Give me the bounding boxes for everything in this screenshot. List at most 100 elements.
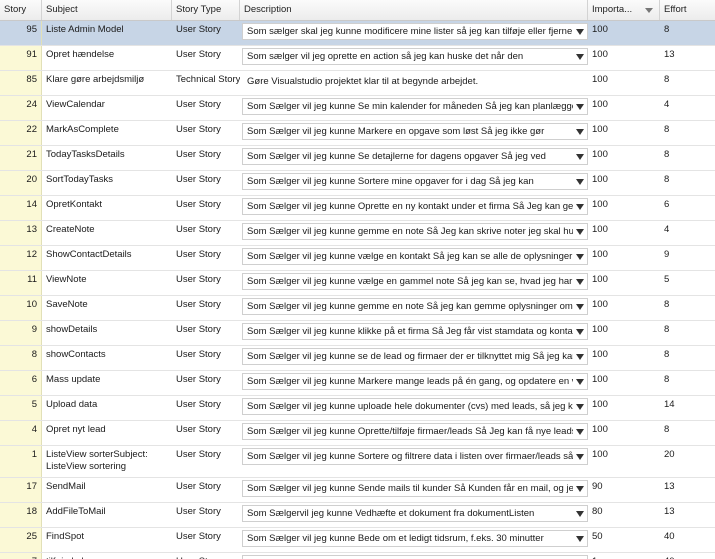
- dropdown-arrow-icon[interactable]: [576, 511, 584, 517]
- description-field[interactable]: Som Sælger vil jeg kunne Bede om et ledi…: [242, 530, 588, 547]
- dropdown-arrow-icon[interactable]: [576, 279, 584, 285]
- table-row[interactable]: 91 Opret hændelse User Story Som sælger vil…: [0, 46, 715, 71]
- description-cell[interactable]: Som Sælger vil jeg kunne Markere en opga…: [240, 121, 588, 140]
- description-cell[interactable]: Som Sælger vil jeg kunne klikke på et fi…: [240, 321, 588, 340]
- table-row[interactable]: 21 TodayTasksDetails User Story Som Sælger …: [0, 146, 715, 171]
- description-cell[interactable]: Gøre Visualstudio projektet klar til at …: [240, 71, 588, 90]
- description-cell[interactable]: Som Sælger vil jeg kunne Sortere og filt…: [240, 446, 588, 465]
- subject-cell[interactable]: Mass update: [42, 371, 172, 386]
- table-row[interactable]: 95 Liste Admin Model User Story Som sælger …: [0, 21, 715, 46]
- subject-cell[interactable]: showDetails: [42, 321, 172, 336]
- table-row[interactable]: 20 SortTodayTasks User Story Som Sælger vil…: [0, 171, 715, 196]
- description-field[interactable]: Som Sælger vil jeg kunne gemme en note S…: [242, 223, 588, 240]
- dropdown-arrow-icon[interactable]: [576, 104, 584, 110]
- description-field[interactable]: Som Sælger vil jeg kunne Sortere og filt…: [242, 448, 588, 465]
- description-cell[interactable]: Som Sælger vil jeg kunne Markere mange l…: [240, 371, 588, 390]
- table-row[interactable]: 11 ViewNote User Story Som Sælger vil jeg k…: [0, 271, 715, 296]
- dropdown-arrow-icon[interactable]: [576, 229, 584, 235]
- subject-cell[interactable]: OpretKontakt: [42, 196, 172, 211]
- description-field[interactable]: Som Sælger vil jeg kunne vælge en gammel…: [242, 273, 588, 290]
- dropdown-arrow-icon[interactable]: [576, 254, 584, 260]
- description-field[interactable]: Som sælger vil jeg oprette en action så …: [242, 48, 588, 65]
- description-cell[interactable]: Som Sælgervil jeg kunne Vedhæfte et doku…: [240, 503, 588, 522]
- description-cell[interactable]: Som sælger skal jeg kunne modificere min…: [240, 21, 588, 40]
- description-field[interactable]: Som Sælger vil jeg kunne klikke på et fi…: [242, 323, 588, 340]
- table-row[interactable]: 13 CreateNote User Story Som Sælger vil jeg…: [0, 221, 715, 246]
- description-field[interactable]: Som Sælger vil jeg kunne Se detajlerne f…: [242, 148, 588, 165]
- description-cell[interactable]: Som Sælger vil jeg kunne uploade hele do…: [240, 396, 588, 415]
- subject-cell[interactable]: SaveNote: [42, 296, 172, 311]
- description-field[interactable]: Som Sælger vil jeg kunne Oprette/tilføje…: [242, 423, 588, 440]
- subject-cell[interactable]: AddFileToMail: [42, 503, 172, 518]
- description-cell[interactable]: Som Sælger vil jeg kunne kunne tilføje e…: [240, 553, 588, 559]
- table-row[interactable]: 5 Upload data User Story Som Sælger vil jeg…: [0, 396, 715, 421]
- dropdown-arrow-icon[interactable]: [576, 129, 584, 135]
- description-field[interactable]: Som Sælger vil jeg kunne Markere mange l…: [242, 373, 588, 390]
- column-header-importance[interactable]: Importa...: [588, 0, 660, 20]
- dropdown-arrow-icon[interactable]: [576, 454, 584, 460]
- subject-cell[interactable]: showContacts: [42, 346, 172, 361]
- description-cell[interactable]: Som Sælger vil jeg kunne vælge en kontak…: [240, 246, 588, 265]
- table-row[interactable]: 22 MarkAsComplete User Story Som Sælger vil…: [0, 121, 715, 146]
- dropdown-arrow-icon[interactable]: [576, 304, 584, 310]
- subject-cell[interactable]: Opret hændelse: [42, 46, 172, 61]
- description-field[interactable]: Som sælger skal jeg kunne modificere min…: [242, 23, 588, 40]
- dropdown-arrow-icon[interactable]: [576, 536, 584, 542]
- description-cell[interactable]: Som Sælger vil jeg kunne Sende mails til…: [240, 478, 588, 497]
- description-field[interactable]: Som Sælger vil jeg kunne kunne tilføje e…: [242, 555, 588, 559]
- subject-cell[interactable]: FindSpot: [42, 528, 172, 543]
- table-row[interactable]: 17 SendMail User Story Som Sælger vil jeg k…: [0, 478, 715, 503]
- description-field[interactable]: Som Sælger vil jeg kunne Markere en opga…: [242, 123, 588, 140]
- dropdown-arrow-icon[interactable]: [576, 379, 584, 385]
- table-row[interactable]: 4 Opret nyt lead User Story Som Sælger vil …: [0, 421, 715, 446]
- dropdown-arrow-icon[interactable]: [576, 329, 584, 335]
- table-row[interactable]: 85 Klare gøre arbejdsmiljø Technical Story…: [0, 71, 715, 96]
- subject-cell[interactable]: SendMail: [42, 478, 172, 493]
- table-row[interactable]: 10 SaveNote User Story Som Sælger vil jeg k…: [0, 296, 715, 321]
- table-row[interactable]: 24 ViewCalendar User Story Som Sælger vil j…: [0, 96, 715, 121]
- description-field[interactable]: Som Sælger vil jeg kunne uploade hele do…: [242, 398, 588, 415]
- subject-cell[interactable]: Upload data: [42, 396, 172, 411]
- description-field[interactable]: Som Sælger vil jeg kunne gemme en note S…: [242, 298, 588, 315]
- description-field[interactable]: Som Sælger vil jeg kunne Oprette en ny k…: [242, 198, 588, 215]
- column-header-effort[interactable]: Effort: [660, 0, 715, 20]
- subject-cell[interactable]: ViewCalendar: [42, 96, 172, 111]
- description-cell[interactable]: Som sælger vil jeg oprette en action så …: [240, 46, 588, 65]
- subject-cell[interactable]: tilføje kolonne: [42, 553, 172, 559]
- subject-cell[interactable]: Klare gøre arbejdsmiljø: [42, 71, 172, 86]
- subject-cell[interactable]: TodayTasksDetails: [42, 146, 172, 161]
- description-cell[interactable]: Som Sælger vil jeg kunne Se min kalender…: [240, 96, 588, 115]
- table-row[interactable]: 25 FindSpot User Story Som Sælger vil jeg k…: [0, 528, 715, 553]
- column-header-story-type[interactable]: Story Type: [172, 0, 240, 20]
- description-field[interactable]: Som Sælger vil jeg kunne se de lead og f…: [242, 348, 588, 365]
- subject-cell[interactable]: ListeView sorterSubject: ListeView sorte…: [42, 446, 172, 473]
- table-row[interactable]: 9 showDetails User Story Som Sælger vil jeg…: [0, 321, 715, 346]
- description-field[interactable]: Som Sælgervil jeg kunne Vedhæfte et doku…: [242, 505, 588, 522]
- description-field[interactable]: Som Sælger vil jeg kunne Se min kalender…: [242, 98, 588, 115]
- dropdown-arrow-icon[interactable]: [576, 486, 584, 492]
- description-cell[interactable]: Som Sælger vil jeg kunne vælge en gammel…: [240, 271, 588, 290]
- column-header-subject[interactable]: Subject: [42, 0, 172, 20]
- table-row[interactable]: 7tilføje kolonneUser StorySom Sælger vil…: [0, 553, 715, 559]
- subject-cell[interactable]: Opret nyt lead: [42, 421, 172, 436]
- dropdown-arrow-icon[interactable]: [576, 354, 584, 360]
- dropdown-arrow-icon[interactable]: [576, 29, 584, 35]
- description-cell[interactable]: Som Sælger vil jeg kunne gemme en note S…: [240, 296, 588, 315]
- description-cell[interactable]: Som Sælger vil jeg kunne Oprette/tilføje…: [240, 421, 588, 440]
- table-row[interactable]: 8 showContacts User Story Som Sælger vil je…: [0, 346, 715, 371]
- dropdown-arrow-icon[interactable]: [576, 204, 584, 210]
- column-header-description[interactable]: Description: [240, 0, 588, 20]
- dropdown-arrow-icon[interactable]: [576, 54, 584, 60]
- subject-cell[interactable]: ShowContactDetails: [42, 246, 172, 261]
- description-field[interactable]: Som Sælger vil jeg kunne Sortere mine op…: [242, 173, 588, 190]
- table-row[interactable]: 1 ListeView sorterSubject: ListeView sort…: [0, 446, 715, 478]
- description-cell[interactable]: Som Sælger vil jeg kunne Se detajlerne f…: [240, 146, 588, 165]
- dropdown-arrow-icon[interactable]: [576, 154, 584, 160]
- description-field[interactable]: Som Sælger vil jeg kunne vælge en kontak…: [242, 248, 588, 265]
- description-cell[interactable]: Som Sælger vil jeg kunne Sortere mine op…: [240, 171, 588, 190]
- description-cell[interactable]: Som Sælger vil jeg kunne Oprette en ny k…: [240, 196, 588, 215]
- table-row[interactable]: 14 OpretKontakt User Story Som Sælger vil j…: [0, 196, 715, 221]
- subject-cell[interactable]: CreateNote: [42, 221, 172, 236]
- column-header-story[interactable]: Story: [0, 0, 42, 20]
- description-cell[interactable]: Som Sælger vil jeg kunne Bede om et ledi…: [240, 528, 588, 547]
